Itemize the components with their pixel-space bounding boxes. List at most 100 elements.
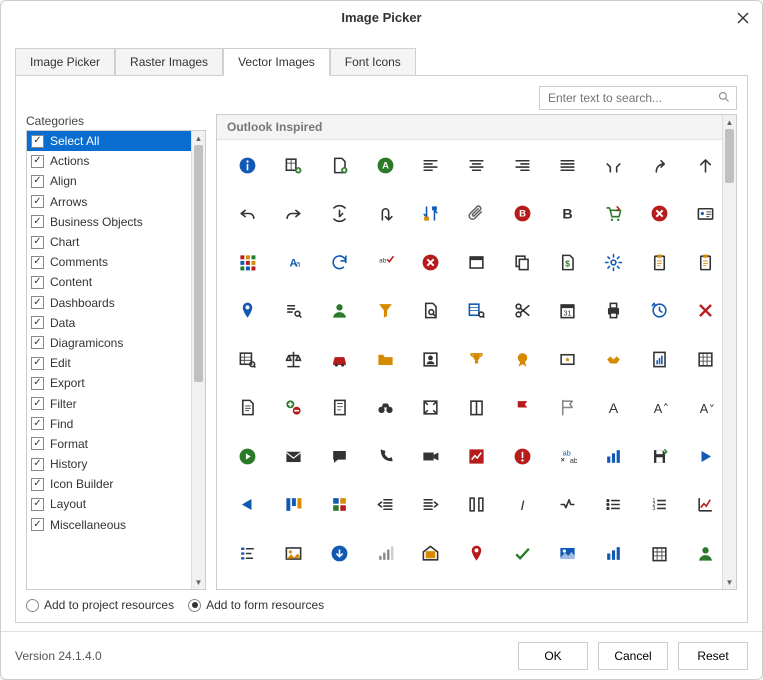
trophy-icon[interactable]: [454, 340, 500, 378]
redo-icon[interactable]: [271, 195, 317, 233]
category-item[interactable]: ✓Select All: [27, 131, 205, 151]
checkbox-icon[interactable]: ✓: [31, 296, 44, 309]
align-center-icon[interactable]: [454, 146, 500, 184]
cancel-button[interactable]: Cancel: [598, 642, 668, 670]
data-search-icon[interactable]: [454, 292, 500, 330]
checkbox-icon[interactable]: ✓: [31, 336, 44, 349]
play-circle-icon[interactable]: [225, 437, 271, 475]
indent-right-icon[interactable]: [408, 486, 454, 524]
checkbox-icon[interactable]: ✓: [31, 155, 44, 168]
pin-icon[interactable]: [225, 292, 271, 330]
handshake-icon[interactable]: [591, 340, 637, 378]
user-icon[interactable]: [316, 292, 362, 330]
align-left-icon[interactable]: [408, 146, 454, 184]
history-icon[interactable]: [637, 292, 683, 330]
search-input[interactable]: [546, 90, 712, 106]
checkbox-icon[interactable]: ✓: [31, 135, 44, 148]
balance-icon[interactable]: [271, 340, 317, 378]
bold-icon[interactable]: B: [545, 195, 591, 233]
category-item[interactable]: ✓Export: [27, 373, 205, 393]
letter-a-circle-icon[interactable]: A: [362, 146, 408, 184]
category-item[interactable]: ✓Icon Builder: [27, 474, 205, 494]
checkbox-icon[interactable]: ✓: [31, 316, 44, 329]
font-aa-icon[interactable]: Aa: [271, 243, 317, 281]
bar-chart-icon[interactable]: [591, 437, 637, 475]
reload-icon[interactable]: [316, 195, 362, 233]
checkbox-icon[interactable]: ✓: [31, 276, 44, 289]
check-green-icon[interactable]: [499, 534, 545, 572]
category-item[interactable]: ✓Format: [27, 434, 205, 454]
font-grow-icon[interactable]: A: [637, 389, 683, 427]
category-item[interactable]: ✓Content: [27, 272, 205, 292]
video-icon[interactable]: [408, 437, 454, 475]
date-icon[interactable]: 31: [545, 292, 591, 330]
checkbox-icon[interactable]: ✓: [31, 215, 44, 228]
checkbox-icon[interactable]: ✓: [31, 437, 44, 450]
category-item[interactable]: ✓Find: [27, 414, 205, 434]
scroll-down-arrow-icon[interactable]: ▼: [192, 575, 205, 589]
cancel-icon[interactable]: [408, 243, 454, 281]
category-item[interactable]: ✓Layout: [27, 494, 205, 514]
task-list-icon[interactable]: [637, 243, 683, 281]
tab-vector-images[interactable]: Vector Images: [223, 48, 330, 76]
checkbox-icon[interactable]: ✓: [31, 195, 44, 208]
download-circle-icon[interactable]: [316, 534, 362, 572]
font-a-icon[interactable]: A: [591, 389, 637, 427]
radio-add-to-project[interactable]: Add to project resources: [26, 598, 174, 612]
categories-scrollbar[interactable]: ▲ ▼: [191, 131, 205, 589]
search-list-icon[interactable]: [271, 292, 317, 330]
image-icon[interactable]: [271, 534, 317, 572]
picture-icon[interactable]: [545, 534, 591, 572]
category-item[interactable]: ✓Filter: [27, 393, 205, 413]
mail-icon[interactable]: [271, 437, 317, 475]
save-icon[interactable]: [637, 437, 683, 475]
money-page-icon[interactable]: $: [545, 243, 591, 281]
scroll-up-arrow-icon[interactable]: ▲: [723, 115, 736, 129]
car-icon[interactable]: [316, 340, 362, 378]
checkbox-icon[interactable]: ✓: [31, 377, 44, 390]
category-item[interactable]: ✓Align: [27, 171, 205, 191]
list-bars-icon[interactable]: [225, 534, 271, 572]
checkbox-icon[interactable]: ✓: [31, 458, 44, 471]
page-search-icon[interactable]: [408, 292, 454, 330]
info-icon[interactable]: [225, 146, 271, 184]
u-turn-icon[interactable]: [362, 195, 408, 233]
merge-arrows-icon[interactable]: [591, 146, 637, 184]
checkbox-icon[interactable]: ✓: [31, 357, 44, 370]
analytics-icon[interactable]: [591, 534, 637, 572]
book-icon[interactable]: [454, 389, 500, 427]
bold-circle-icon[interactable]: B: [499, 195, 545, 233]
category-item[interactable]: ✓Actions: [27, 151, 205, 171]
phone-icon[interactable]: [362, 437, 408, 475]
indent-left-icon[interactable]: [362, 486, 408, 524]
checkbox-icon[interactable]: ✓: [31, 518, 44, 531]
folder-icon[interactable]: [362, 340, 408, 378]
tab-image-picker[interactable]: Image Picker: [15, 48, 115, 76]
redo-up-icon[interactable]: [637, 146, 683, 184]
search-box[interactable]: [539, 86, 737, 110]
error-icon[interactable]: [637, 195, 683, 233]
add-remove-icon[interactable]: [271, 389, 317, 427]
radio-add-to-form[interactable]: Add to form resources: [188, 598, 324, 612]
task-item-icon[interactable]: [545, 486, 591, 524]
flag-outline-icon[interactable]: [545, 389, 591, 427]
checkbox-icon[interactable]: ✓: [31, 175, 44, 188]
scroll-up-arrow-icon[interactable]: ▲: [192, 131, 205, 145]
cut-icon[interactable]: [499, 292, 545, 330]
rate-icon[interactable]: [545, 340, 591, 378]
checkbox-icon[interactable]: ✓: [31, 417, 44, 430]
calendar-grid-icon[interactable]: [637, 534, 683, 572]
add-column-icon[interactable]: [271, 146, 317, 184]
attachment-icon[interactable]: [454, 195, 500, 233]
tab-raster-images[interactable]: Raster Images: [115, 48, 223, 76]
bullets-icon[interactable]: [591, 486, 637, 524]
refresh-icon[interactable]: [316, 243, 362, 281]
italic-icon[interactable]: I: [499, 486, 545, 524]
alert-icon[interactable]: [499, 437, 545, 475]
cart-icon[interactable]: [591, 195, 637, 233]
checkbox-icon[interactable]: ✓: [31, 478, 44, 491]
pin-red-icon[interactable]: [454, 534, 500, 572]
translate-icon[interactable]: abab: [545, 437, 591, 475]
fullscreen-icon[interactable]: [408, 389, 454, 427]
copy-icon[interactable]: [499, 243, 545, 281]
